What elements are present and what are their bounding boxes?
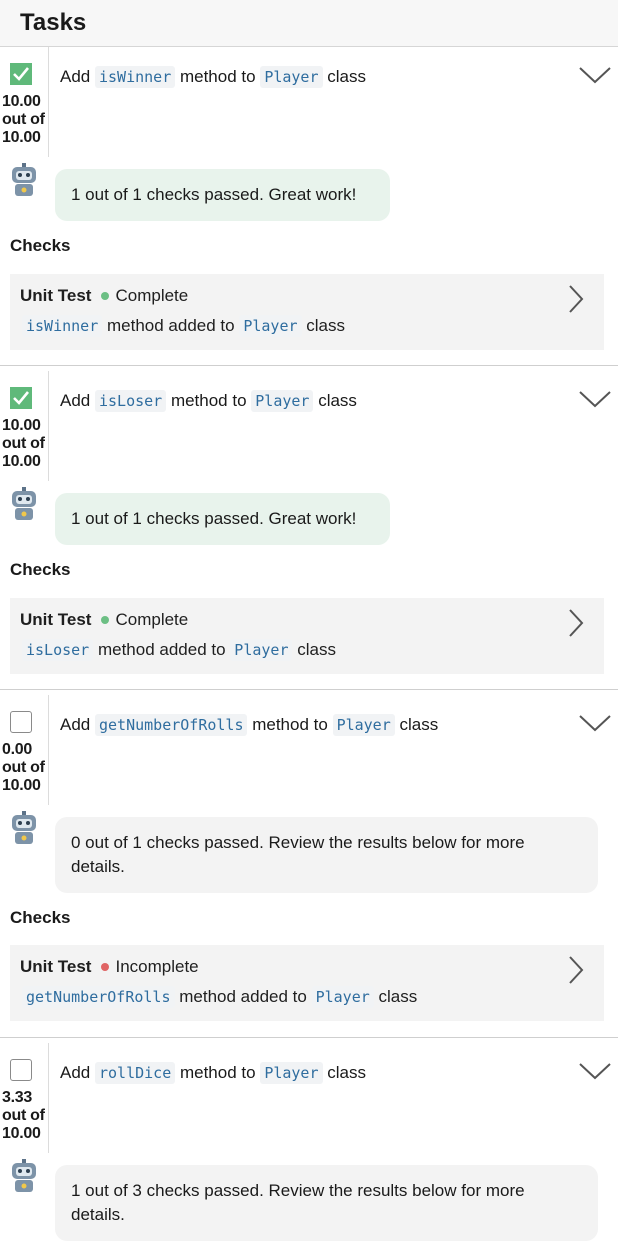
method-name: rollDice — [94, 1062, 176, 1084]
task-title: Add isWinner method to Player class — [60, 66, 366, 88]
checkbox-empty-icon[interactable] — [10, 711, 32, 733]
check-kind: Unit Test — [20, 957, 92, 976]
check-status: Complete — [115, 286, 189, 305]
task-score: 0.00 out of 10.00 — [2, 741, 45, 794]
robot-icon — [12, 163, 36, 196]
check-status: Complete — [115, 610, 189, 629]
task-score: 10.00 out of 10.00 — [2, 93, 45, 146]
robot-icon — [12, 811, 36, 844]
chevron-down-icon[interactable] — [578, 713, 612, 733]
check-status: Incomplete — [115, 957, 199, 976]
method-name: isWinner — [94, 66, 176, 88]
check-card[interactable]: Unit Test Complete isLoser method added t… — [10, 598, 604, 674]
task-score: 3.33 out of 10.00 — [2, 1089, 45, 1142]
chevron-right-icon[interactable] — [568, 955, 584, 985]
chevron-down-icon[interactable] — [578, 65, 612, 85]
class-name: Player — [260, 66, 323, 88]
method-name: getNumberOfRolls — [94, 714, 248, 736]
check-description: isWinner method added to Player class — [22, 314, 345, 338]
chevron-right-icon[interactable] — [568, 284, 584, 314]
feedback-bubble: 1 out of 1 checks passed. Great work! — [55, 169, 390, 221]
page-title: Tasks — [20, 9, 87, 36]
check-kind: Unit Test — [20, 286, 92, 305]
check-description: isLoser method added to Player class — [22, 638, 336, 662]
task-score: 10.00 out of 10.00 — [2, 417, 45, 470]
checks-heading: Checks — [10, 236, 71, 255]
check-description: getNumberOfRolls method added to Player … — [22, 985, 417, 1009]
task-item: 3.33 out of 10.00 Add rollDice method to… — [0, 1043, 618, 1258]
robot-icon — [12, 487, 36, 520]
task-title: Add getNumberOfRolls method to Player cl… — [60, 714, 439, 736]
check-card[interactable]: Unit Test Complete isWinner method added … — [10, 274, 604, 350]
check-card[interactable]: Unit Test Incomplete getNumberOfRolls met… — [10, 945, 604, 1021]
check-kind: Unit Test — [20, 610, 92, 629]
feedback-bubble: 1 out of 1 checks passed. Great work! — [55, 493, 390, 545]
class-name: Player — [251, 390, 314, 412]
robot-icon — [12, 1159, 36, 1192]
task-item: 0.00 out of 10.00 Add getNumberOfRolls m… — [0, 695, 618, 1038]
chevron-right-icon[interactable] — [568, 608, 584, 638]
feedback-bubble: 1 out of 3 checks passed. Review the res… — [55, 1165, 598, 1241]
class-name: Player — [332, 714, 395, 736]
chevron-down-icon[interactable] — [578, 389, 612, 409]
task-item: 10.00 out of 10.00 Add isLoser method to… — [0, 371, 618, 690]
chevron-down-icon[interactable] — [578, 1061, 612, 1081]
class-name: Player — [260, 1062, 323, 1084]
checkbox-checked-icon[interactable] — [10, 387, 32, 409]
checks-heading: Checks — [10, 908, 71, 927]
task-item: 10.00 out of 10.00 Add isWinner method t… — [0, 47, 618, 366]
status-dot — [101, 962, 110, 971]
task-title: Add rollDice method to Player class — [60, 1062, 366, 1084]
checkbox-empty-icon[interactable] — [10, 1059, 32, 1081]
feedback-bubble: 0 out of 1 checks passed. Review the res… — [55, 817, 598, 893]
status-dot — [101, 291, 110, 300]
status-dot — [101, 615, 110, 624]
checkbox-checked-icon[interactable] — [10, 63, 32, 85]
checks-heading: Checks — [10, 560, 71, 579]
tasks-header: Tasks — [0, 0, 618, 47]
method-name: isLoser — [94, 390, 167, 412]
task-title: Add isLoser method to Player class — [60, 390, 357, 412]
